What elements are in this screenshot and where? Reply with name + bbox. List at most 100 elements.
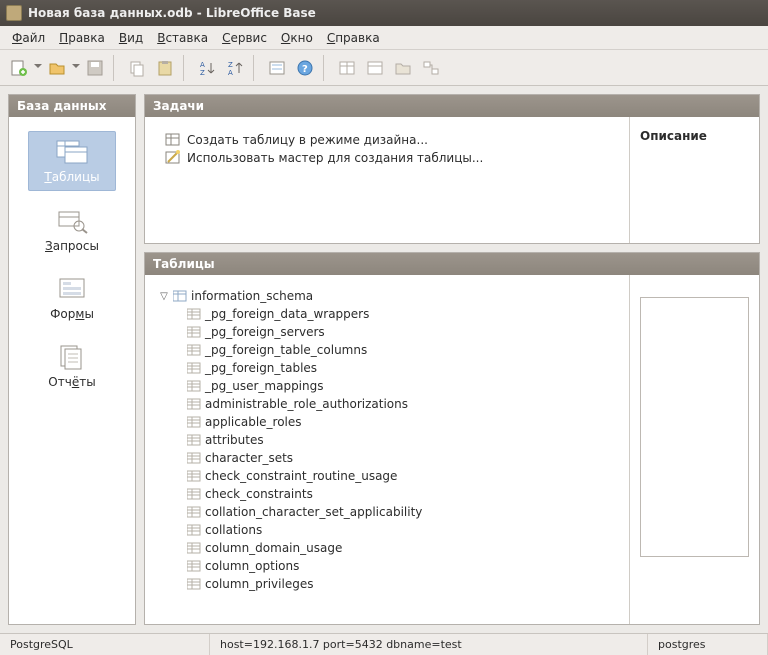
table-row[interactable]: _pg_foreign_table_columns [187,341,621,359]
menu-window[interactable]: Окно [275,29,319,47]
table-label: check_constraints [205,487,313,501]
table-row[interactable]: check_constraint_routine_usage [187,467,621,485]
tasks-list: Создать таблицу в режиме дизайна... Испо… [145,117,629,243]
table-icon [187,398,201,410]
nav-queries[interactable]: Запросы [28,201,116,259]
table-icon [187,344,201,356]
design-icon [165,132,181,148]
table-label: attributes [205,433,264,447]
table-icon [187,434,201,446]
status-driver: PostgreSQL [0,634,210,655]
table-label: check_constraint_routine_usage [205,469,397,483]
nav-tables[interactable]: Таблицы [28,131,116,191]
table-row[interactable]: _pg_user_mappings [187,377,621,395]
svg-text:?: ? [302,64,308,75]
new-folder-button[interactable] [390,55,416,81]
table-icon [187,452,201,464]
table-row[interactable]: attributes [187,431,621,449]
status-connection: host=192.168.1.7 port=5432 dbname=test [210,634,648,655]
nav-reports[interactable]: Отчёты [28,337,116,395]
schema-label: information_schema [191,289,313,303]
table-label: administrable_role_authorizations [205,397,408,411]
table-label: _pg_foreign_table_columns [205,343,367,357]
table-label: _pg_foreign_tables [205,361,317,375]
collapse-icon[interactable]: ▽ [159,291,169,302]
save-button[interactable] [82,55,108,81]
table-row[interactable]: collation_character_set_applicability [187,503,621,521]
nav-forms[interactable]: Формы [28,269,116,327]
tables-header: Таблицы [145,253,759,275]
table-icon [187,308,201,320]
table-icon [187,560,201,572]
new-view-button[interactable] [362,55,388,81]
window-title: Новая база данных.odb - LibreOffice Base [28,6,316,20]
database-panel-header: База данных [9,95,135,117]
statusbar: PostgreSQL host=192.168.1.7 port=5432 db… [0,633,768,655]
table-icon [187,380,201,392]
schema-row[interactable]: ▽ information_schema [159,287,621,305]
description-header: Описание [640,129,749,143]
sort-asc-button[interactable]: AZ [194,55,220,81]
new-doc-button[interactable] [6,55,32,81]
form-button[interactable] [264,55,290,81]
tables-tree[interactable]: ▽ information_schema _pg_foreign_data_wrap… [145,275,629,624]
relationships-button[interactable] [418,55,444,81]
task-label: Создать таблицу в режиме дизайна... [187,133,428,147]
table-icon [187,362,201,374]
svg-text:Z: Z [200,69,205,77]
menu-help[interactable]: Справка [321,29,386,47]
new-table-button[interactable] [334,55,360,81]
table-label: collations [205,523,262,537]
app-icon [6,5,22,21]
copy-button[interactable] [124,55,150,81]
table-row[interactable]: _pg_foreign_servers [187,323,621,341]
table-label: column_options [205,559,299,573]
open-dropdown[interactable] [72,55,80,81]
paste-button[interactable] [152,55,178,81]
queries-icon [55,207,89,235]
tables-panel: Таблицы ▽ information_schema _pg_foreign_d… [144,252,760,625]
table-row[interactable]: administrable_role_authorizations [187,395,621,413]
forms-icon [55,275,89,303]
new-doc-dropdown[interactable] [34,55,42,81]
menu-tools[interactable]: Сервис [216,29,273,47]
sort-desc-button[interactable]: ZA [222,55,248,81]
menubar: Файл Правка Вид Вставка Сервис Окно Спра… [0,26,768,50]
menu-file[interactable]: Файл [6,29,51,47]
table-label: applicable_roles [205,415,302,429]
table-label: character_sets [205,451,293,465]
table-icon [187,542,201,554]
menu-view[interactable]: Вид [113,29,149,47]
help-button[interactable]: ? [292,55,318,81]
menu-edit[interactable]: Правка [53,29,111,47]
table-row[interactable]: column_options [187,557,621,575]
table-row[interactable]: collations [187,521,621,539]
table-row[interactable]: column_privileges [187,575,621,593]
table-row[interactable]: _pg_foreign_tables [187,359,621,377]
task-wizard[interactable]: Использовать мастер для создания таблицы… [165,149,619,167]
schema-icon [173,290,187,302]
table-icon [187,488,201,500]
open-button[interactable] [44,55,70,81]
table-row[interactable]: _pg_foreign_data_wrappers [187,305,621,323]
table-label: column_privileges [205,577,313,591]
toolbar-sep-4 [323,55,329,81]
description-pane: Описание [629,117,759,243]
reports-icon [55,343,89,371]
nav-forms-label: Формы [50,307,94,321]
table-row[interactable]: applicable_roles [187,413,621,431]
nav-reports-label: Отчёты [48,375,95,389]
toolbar-sep-2 [183,55,189,81]
toolbar-sep-3 [253,55,259,81]
menu-insert[interactable]: Вставка [151,29,214,47]
database-nav: Таблицы Запросы Формы Отчёты [9,117,135,624]
database-panel: База данных Таблицы Запросы Формы [8,94,136,625]
table-row[interactable]: column_domain_usage [187,539,621,557]
svg-text:Z: Z [228,61,233,69]
table-row[interactable]: check_constraints [187,485,621,503]
task-create-design[interactable]: Создать таблицу в режиме дизайна... [165,131,619,149]
table-label: _pg_foreign_servers [205,325,325,339]
toolbar: AZ ZA ? [0,50,768,86]
table-row[interactable]: character_sets [187,449,621,467]
wizard-icon [165,150,181,166]
